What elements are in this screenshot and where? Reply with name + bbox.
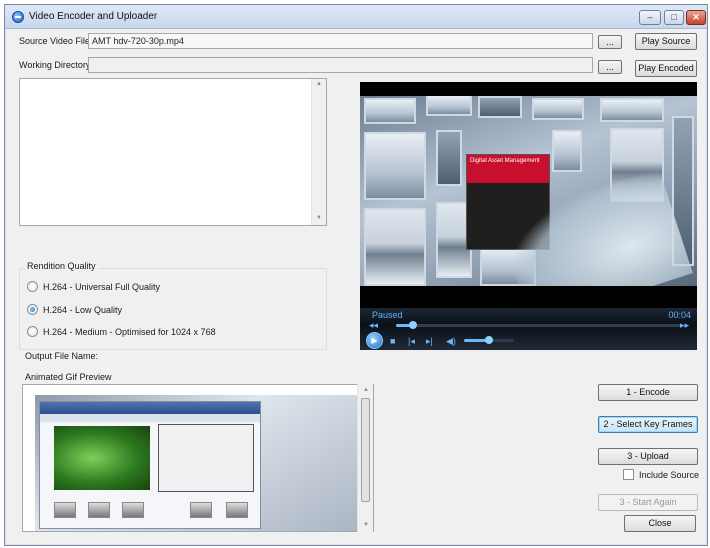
- next-icon[interactable]: ▸|: [426, 336, 433, 346]
- radio-medium-label[interactable]: H.264 - Medium - Optimised for 1024 x 76…: [43, 327, 216, 337]
- video-frame[interactable]: Digital Asset Management: [360, 96, 697, 286]
- play-source-button[interactable]: Play Source: [635, 33, 697, 50]
- radio-universal-full-label[interactable]: H.264 - Universal Full Quality: [43, 282, 160, 292]
- title-bar[interactable]: Video Encoder and Uploader – □ ✕: [5, 5, 707, 29]
- gif-image: [35, 395, 361, 531]
- scroll-up-icon[interactable]: ▲: [361, 387, 371, 393]
- log-scrollbar[interactable]: ▲ ▼: [311, 79, 326, 225]
- video-tile: [426, 96, 472, 116]
- dam-title: Digital Asset Management: [467, 155, 549, 183]
- gif-thumbnail: [54, 502, 76, 518]
- gif-fern-image: [54, 426, 150, 490]
- working-browse-button[interactable]: ...: [598, 60, 622, 74]
- radio-low-quality[interactable]: [27, 304, 38, 315]
- video-tile: [478, 96, 522, 118]
- video-tile: [532, 98, 584, 120]
- minimize-button[interactable]: –: [639, 10, 661, 25]
- app-icon: [12, 11, 24, 23]
- radio-universal-full[interactable]: [27, 281, 38, 292]
- seek-bar[interactable]: [396, 321, 682, 329]
- video-tile: [364, 98, 416, 124]
- gif-thumbnail: [226, 502, 248, 518]
- gif-thumbnail: [88, 502, 110, 518]
- seek-handle[interactable]: [409, 321, 418, 329]
- include-source-checkbox[interactable]: [623, 469, 634, 480]
- encode-button[interactable]: 1 - Encode: [598, 384, 698, 401]
- gif-tabs: [40, 414, 260, 422]
- play-encoded-button[interactable]: Play Encoded: [635, 60, 697, 77]
- forward-icon[interactable]: ▸▸: [680, 320, 689, 330]
- window-title: Video Encoder and Uploader: [29, 11, 158, 22]
- volume-icon[interactable]: ◀): [446, 336, 456, 346]
- volume-slider[interactable]: [464, 336, 514, 344]
- radio-low-quality-label[interactable]: H.264 - Low Quality: [43, 305, 122, 315]
- gif-glasses-image: [158, 424, 254, 492]
- main-window: Video Encoder and Uploader – □ ✕ Source …: [4, 4, 708, 546]
- gif-screenshot-window: [39, 401, 261, 529]
- maximize-button[interactable]: □: [664, 10, 684, 25]
- scroll-down-icon[interactable]: ▼: [361, 522, 371, 528]
- scroll-up-icon[interactable]: ▲: [314, 81, 324, 87]
- select-key-frames-button[interactable]: 2 - Select Key Frames: [598, 416, 698, 433]
- stop-icon[interactable]: ■: [390, 336, 395, 346]
- gif-thumbnail: [190, 502, 212, 518]
- video-tile: [364, 208, 426, 286]
- start-again-button[interactable]: 3 - Start Again: [598, 494, 698, 511]
- video-tile: [364, 132, 426, 200]
- video-tile: [600, 98, 664, 122]
- video-tile: [552, 130, 582, 172]
- close-button[interactable]: Close: [624, 515, 696, 532]
- player-status: Paused: [372, 310, 403, 320]
- log-list[interactable]: ▲ ▼: [19, 78, 327, 226]
- gif-thumbnail: [122, 502, 144, 518]
- source-browse-button[interactable]: ...: [598, 35, 622, 49]
- player-time: 00:04: [668, 310, 691, 320]
- rewind-icon[interactable]: ◂◂: [369, 320, 378, 330]
- player-controls: Paused 00:04 ◂◂ ▸▸ ▶ ■ |◂ ▸| ◀): [360, 308, 697, 350]
- video-tile: [436, 130, 462, 186]
- gif-preview[interactable]: [22, 384, 374, 532]
- source-video-label: Source Video File: [19, 36, 90, 46]
- radio-medium[interactable]: [27, 326, 38, 337]
- include-source-label[interactable]: Include Source: [639, 470, 699, 480]
- volume-handle[interactable]: [485, 336, 493, 344]
- rendition-group-label: Rendition Quality: [25, 261, 98, 271]
- gif-preview-label: Animated Gif Preview: [25, 372, 112, 382]
- gif-toolbar: [40, 402, 260, 414]
- media-player[interactable]: Digital Asset Management Paused 00:04 ◂◂…: [360, 82, 697, 350]
- upload-button[interactable]: 3 - Upload: [598, 448, 698, 465]
- scroll-down-icon[interactable]: ▼: [314, 215, 324, 221]
- gif-scroll-thumb[interactable]: [361, 398, 370, 502]
- gif-scrollbar[interactable]: ▲ ▼: [357, 384, 373, 532]
- working-directory-field[interactable]: [88, 57, 593, 73]
- play-icon[interactable]: ▶: [366, 332, 383, 349]
- close-window-button[interactable]: ✕: [686, 10, 706, 25]
- working-directory-label: Working Directory: [19, 60, 91, 70]
- previous-icon[interactable]: |◂: [408, 336, 415, 346]
- source-video-field[interactable]: AMT hdv-720-30p.mp4: [88, 33, 593, 49]
- output-file-label: Output File Name:: [25, 351, 99, 361]
